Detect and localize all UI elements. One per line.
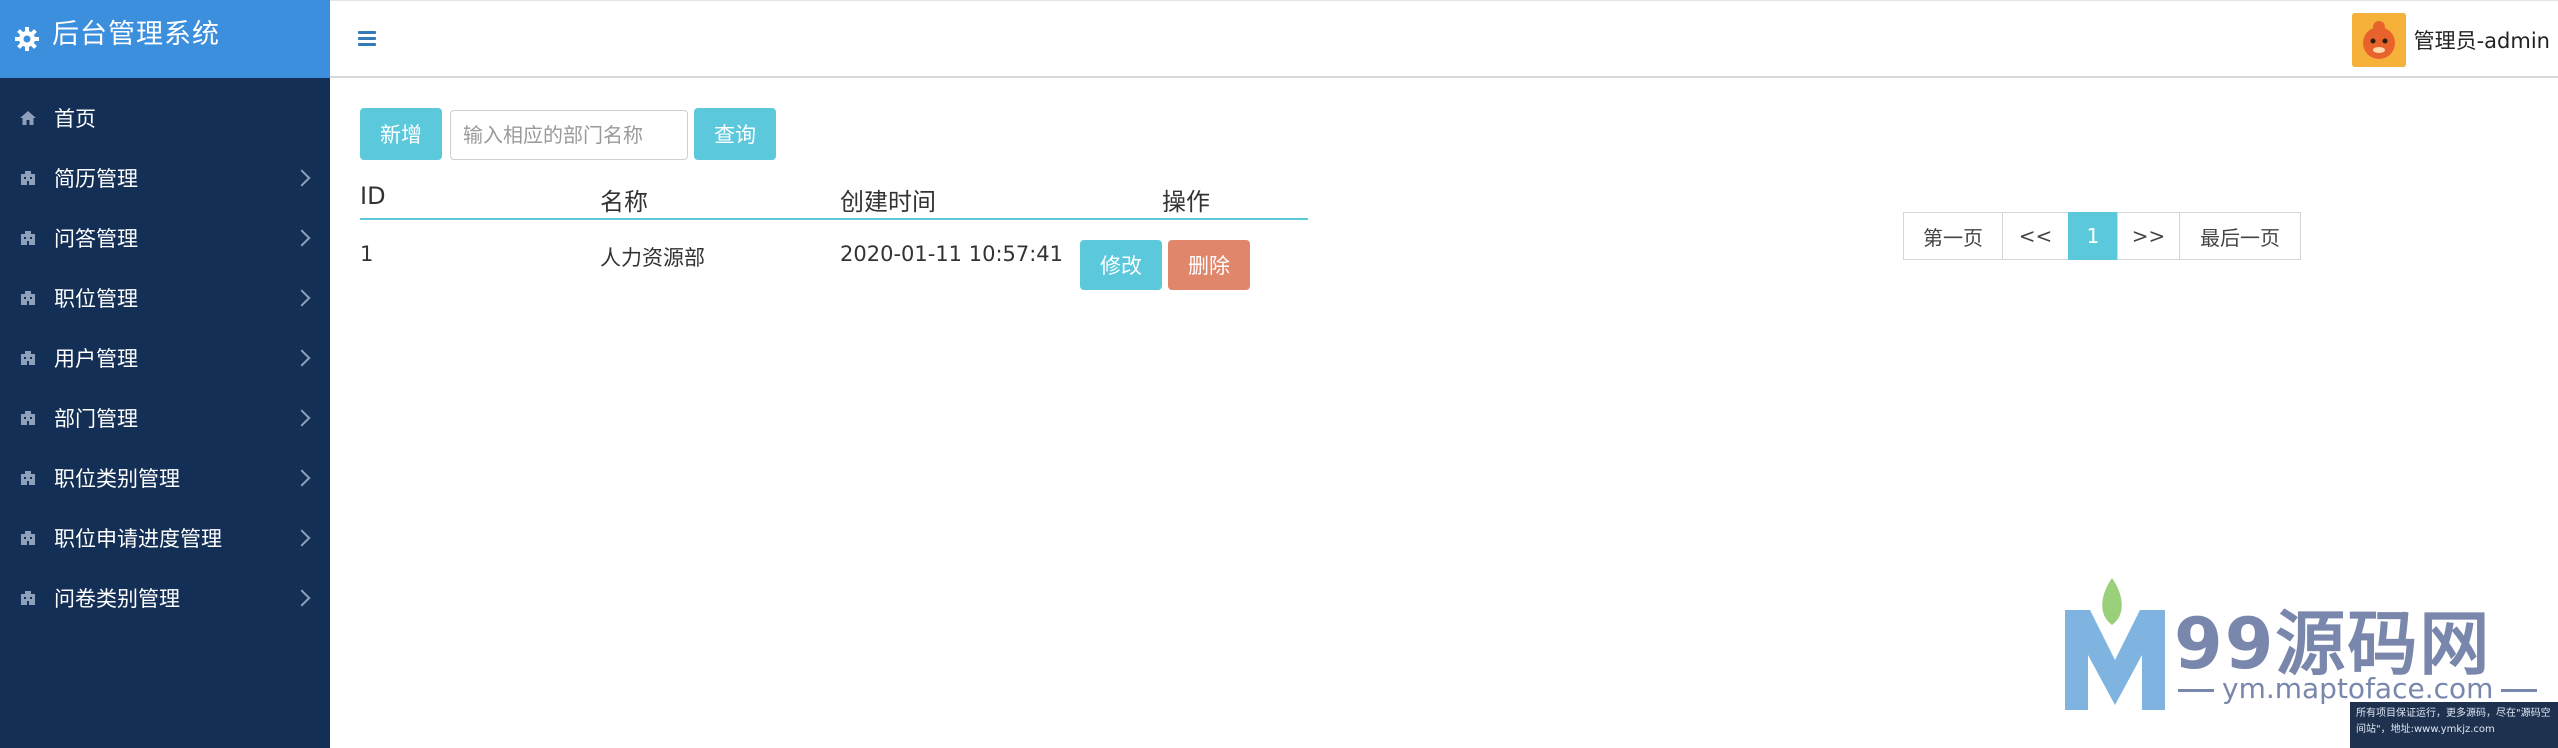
building-icon bbox=[18, 288, 38, 308]
add-button[interactable]: 新增 bbox=[360, 108, 442, 160]
chevron-right-icon bbox=[293, 529, 311, 547]
watermark-url: ym.maptoface.com bbox=[2170, 672, 2545, 705]
sidebar-item-label: 问答管理 bbox=[54, 227, 138, 251]
watermark-note: 所有项目保证运行，更多源码，尽在"源码空间站"，地址:www.ymkjz.com bbox=[2350, 702, 2558, 748]
building-icon bbox=[18, 588, 38, 608]
building-icon bbox=[18, 408, 38, 428]
next-page-button[interactable]: >> bbox=[2117, 212, 2180, 260]
pagination: 第一页 << 1 >> 最后一页 bbox=[1903, 212, 2301, 260]
chevron-right-icon bbox=[293, 589, 311, 607]
building-icon bbox=[18, 228, 38, 248]
app-title: 后台管理系统 bbox=[52, 19, 220, 50]
delete-button[interactable]: 删除 bbox=[1168, 240, 1250, 290]
building-icon bbox=[18, 348, 38, 368]
cell-id: 1 bbox=[360, 242, 374, 266]
current-page-button[interactable]: 1 bbox=[2068, 212, 2118, 260]
table-row: 1 人力资源部 2020-01-11 10:57:41 修改 删除 bbox=[360, 220, 1308, 298]
building-icon bbox=[18, 168, 38, 188]
table-header: ID 名称 创建时间 操作 bbox=[360, 170, 1308, 220]
first-page-button[interactable]: 第一页 bbox=[1903, 212, 2003, 260]
sidebar-item-label: 职位申请进度管理 bbox=[54, 527, 222, 551]
chevron-right-icon bbox=[293, 229, 311, 247]
prev-page-button[interactable]: << bbox=[2002, 212, 2069, 260]
sidebar-item-8[interactable]: 问卷类别管理 bbox=[0, 568, 330, 628]
user-name: 管理员-admin bbox=[2413, 29, 2550, 53]
cell-name: 人力资源部 bbox=[600, 246, 705, 270]
sidebar-item-label: 首页 bbox=[54, 107, 96, 131]
column-header-actions: 操作 bbox=[1162, 188, 1210, 216]
sidebar-item-4[interactable]: 用户管理 bbox=[0, 328, 330, 388]
sidebar-item-7[interactable]: 职位申请进度管理 bbox=[0, 508, 330, 568]
query-button[interactable]: 查询 bbox=[694, 108, 776, 160]
chevron-right-icon bbox=[293, 469, 311, 487]
sidebar-item-3[interactable]: 职位管理 bbox=[0, 268, 330, 328]
sidebar-item-label: 职位类别管理 bbox=[54, 467, 180, 491]
column-header-name: 名称 bbox=[600, 188, 648, 216]
cell-created: 2020-01-11 10:57:41 bbox=[840, 242, 1064, 266]
building-icon bbox=[18, 528, 38, 548]
search-input[interactable] bbox=[450, 110, 688, 160]
chevron-right-icon bbox=[293, 169, 311, 187]
top-bar: 管理员-admin bbox=[330, 0, 2558, 78]
chevron-right-icon bbox=[293, 409, 311, 427]
avatar bbox=[2351, 13, 2406, 67]
sidebar-item-1[interactable]: 简历管理 bbox=[0, 148, 330, 208]
hamburger-menu-icon[interactable] bbox=[358, 31, 376, 47]
sidebar-item-5[interactable]: 部门管理 bbox=[0, 388, 330, 448]
building-icon bbox=[18, 468, 38, 488]
last-page-button[interactable]: 最后一页 bbox=[2179, 212, 2301, 260]
sidebar-item-0[interactable]: 首页 bbox=[0, 88, 330, 148]
sidebar-item-label: 简历管理 bbox=[54, 167, 138, 191]
sidebar-item-6[interactable]: 职位类别管理 bbox=[0, 448, 330, 508]
sidebar-item-label: 问卷类别管理 bbox=[54, 587, 180, 611]
department-table: ID 名称 创建时间 操作 1 人力资源部 2020-01-11 10:57:4… bbox=[360, 170, 1308, 298]
edit-button[interactable]: 修改 bbox=[1080, 240, 1162, 290]
sidebar-menu: 首页简历管理问答管理职位管理用户管理部门管理职位类别管理职位申请进度管理 问卷类别… bbox=[0, 88, 330, 628]
sidebar: 后台管理系统 首页简历管理问答管理职位管理用户管理部门管理职位类别管理职位申请进… bbox=[0, 0, 330, 748]
home-icon bbox=[18, 108, 38, 128]
sidebar-item-2[interactable]: 问答管理 bbox=[0, 208, 330, 268]
watermark-logo-icon bbox=[2060, 570, 2170, 724]
sidebar-item-label: 部门管理 bbox=[54, 407, 138, 431]
column-header-created: 创建时间 bbox=[840, 188, 936, 216]
sidebar-item-label: 职位管理 bbox=[54, 287, 138, 311]
chevron-right-icon bbox=[293, 289, 311, 307]
sidebar-header: 后台管理系统 bbox=[0, 0, 330, 78]
sidebar-item-label: 用户管理 bbox=[54, 347, 138, 371]
column-header-id: ID bbox=[360, 182, 386, 210]
chevron-right-icon bbox=[293, 349, 311, 367]
gear-icon bbox=[14, 26, 42, 54]
watermark: 99源码网 ym.maptoface.com 所有项目保证运行，更多源码，尽在"… bbox=[2050, 570, 2558, 748]
user-menu[interactable]: 管理员-admin bbox=[2351, 13, 2550, 67]
